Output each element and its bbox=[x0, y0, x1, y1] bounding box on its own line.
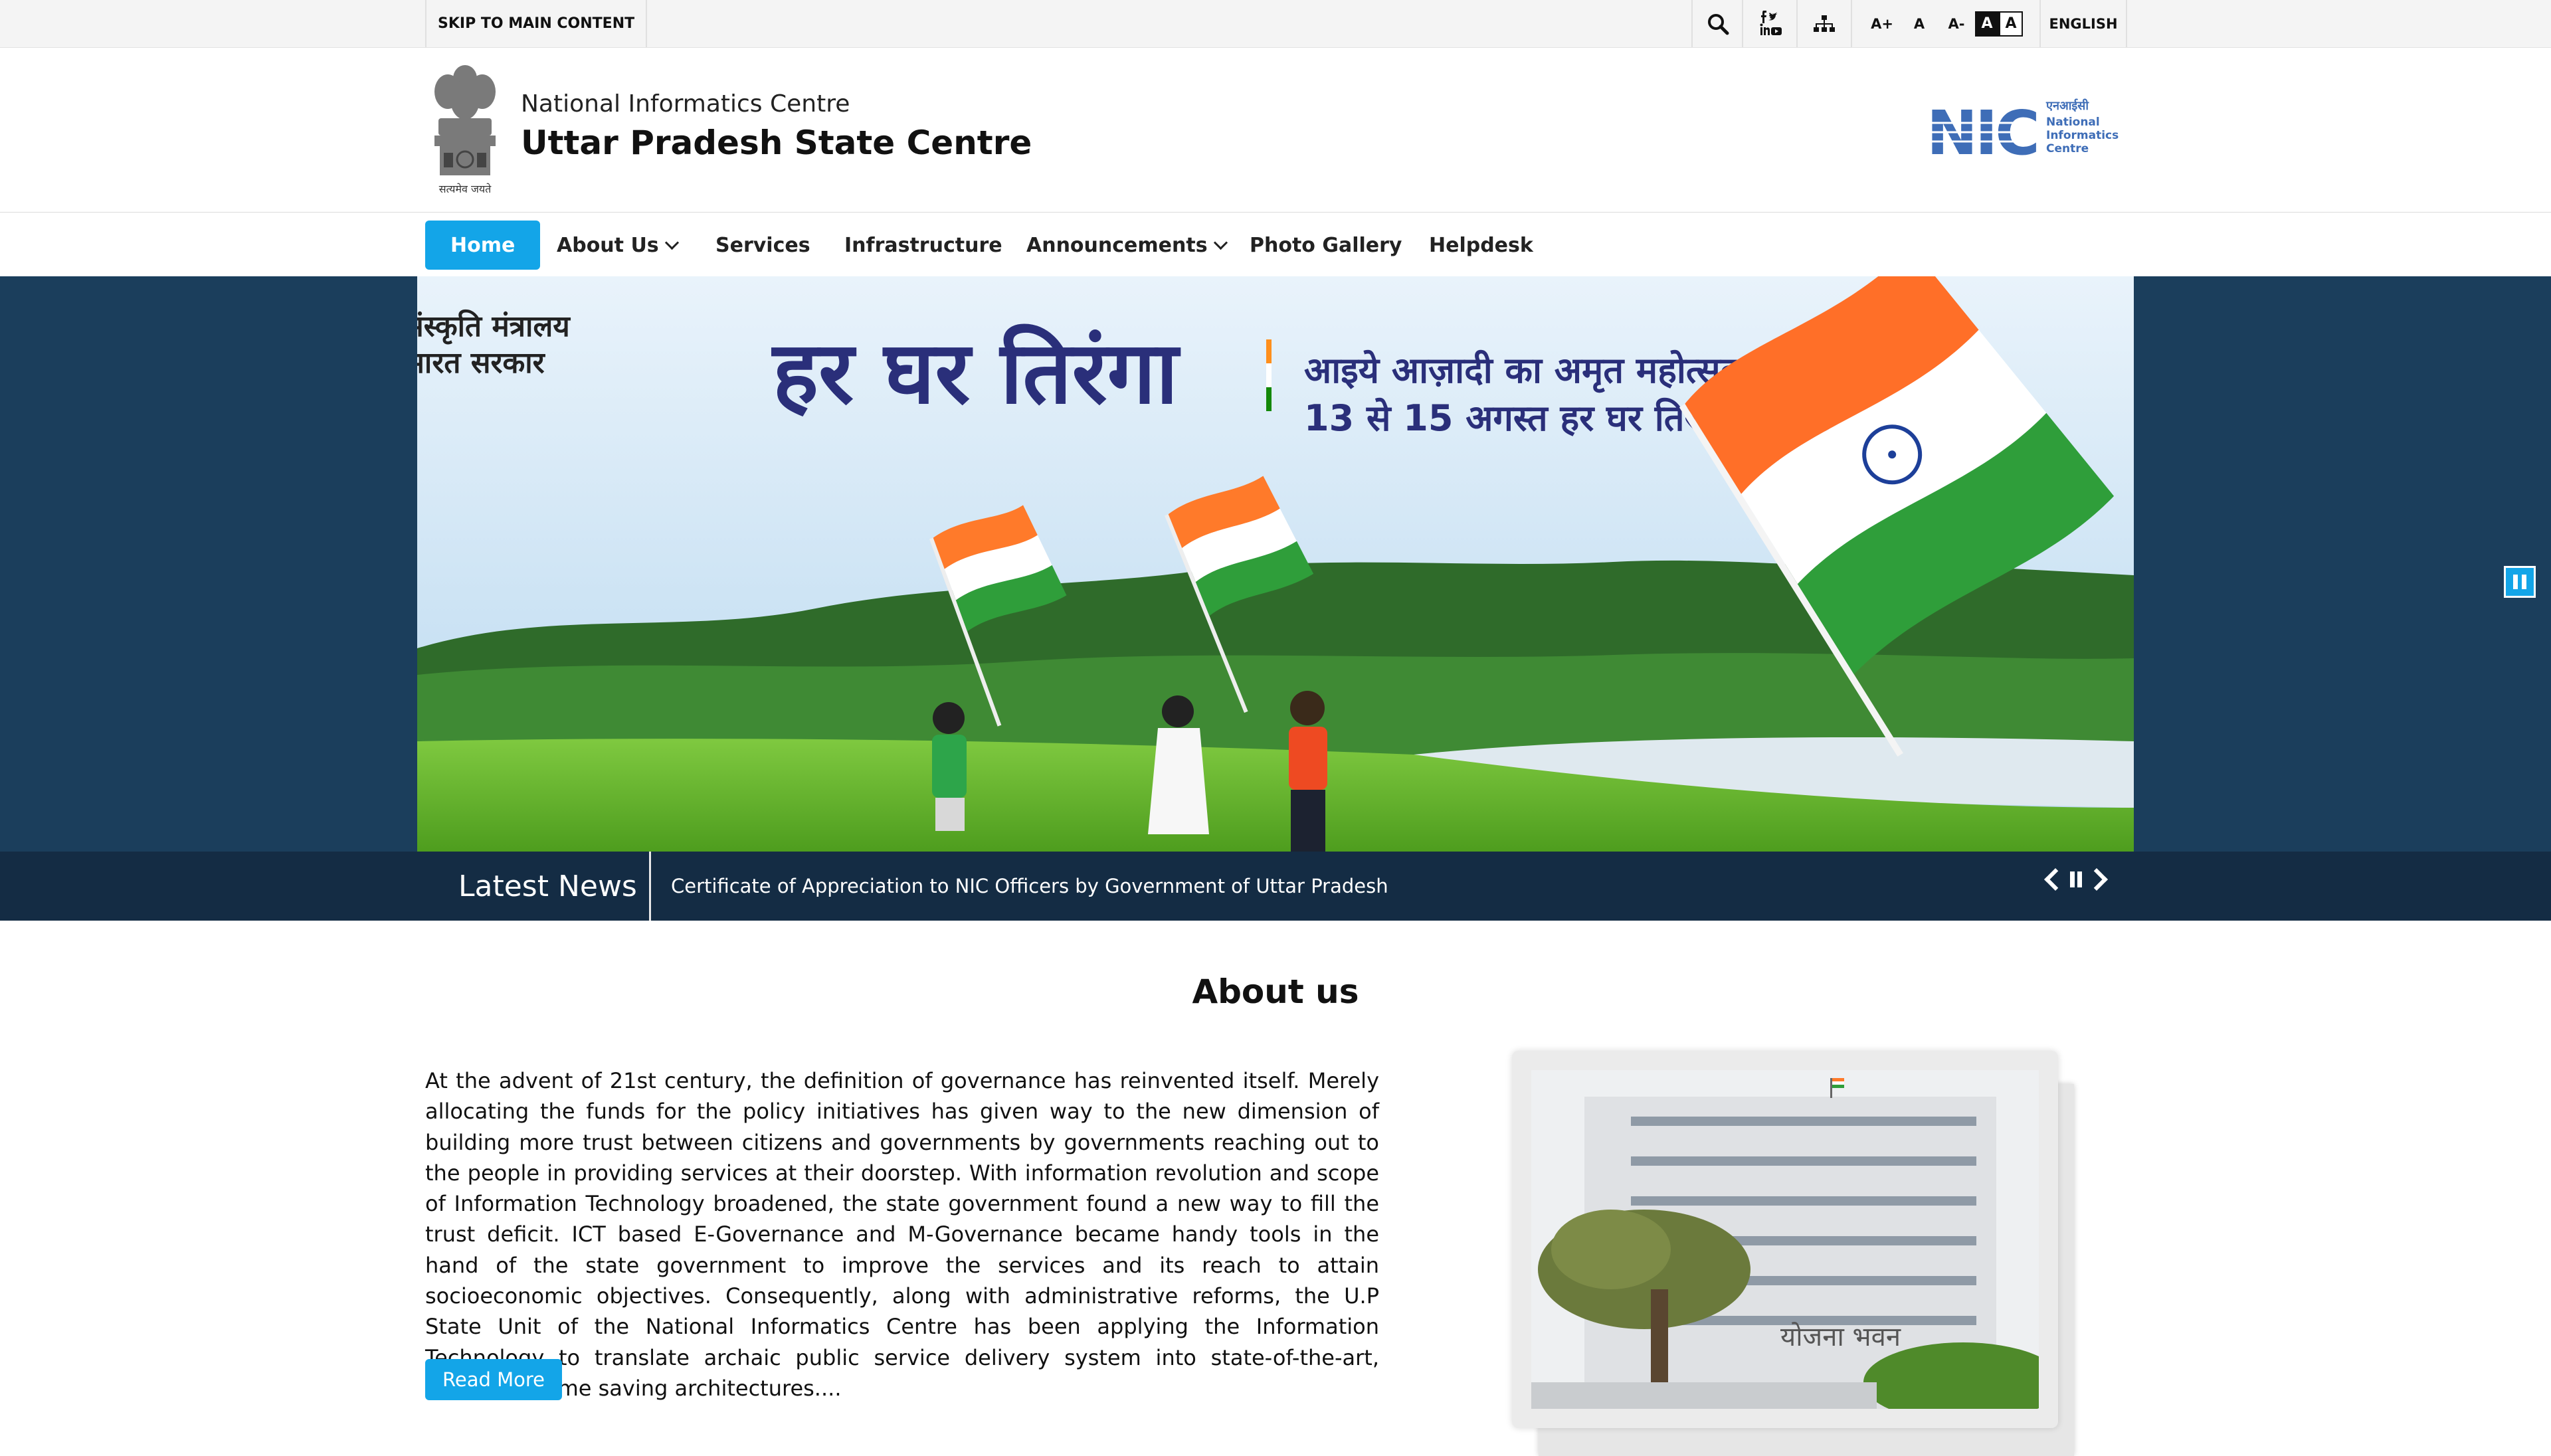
nav-services-label: Services bbox=[715, 233, 810, 257]
news-controls bbox=[2044, 868, 2108, 891]
font-size-controls: A+ A A- A A bbox=[1858, 0, 2039, 47]
svg-text:भारत सरकार: भारत सरकार bbox=[417, 346, 546, 380]
youtube-icon[interactable] bbox=[1771, 27, 1782, 35]
font-increase-button[interactable]: A+ bbox=[1866, 16, 1898, 32]
nav-about-us[interactable]: About Us bbox=[557, 221, 679, 270]
language-selector[interactable]: ENGLISH bbox=[2039, 0, 2127, 47]
chevron-down-icon bbox=[1213, 235, 1228, 250]
social-links bbox=[1742, 0, 1798, 47]
sitemap-button[interactable] bbox=[1796, 0, 1852, 47]
svg-text:सत्यमेव जयते: सत्यमेव जयते bbox=[439, 183, 492, 195]
svg-text:Informatics: Informatics bbox=[2046, 129, 2119, 142]
nav-photo-gallery[interactable]: Photo Gallery bbox=[1250, 221, 1402, 270]
svg-text:हर घर तिरंगा: हर घर तिरंगा bbox=[771, 322, 1181, 423]
banner-carousel: हर घर तिरंगा आइये आज़ादी का अमृत महोत्सव… bbox=[0, 276, 2551, 852]
font-decrease-button[interactable]: A- bbox=[1940, 16, 1972, 32]
font-normal-button[interactable]: A bbox=[1903, 16, 1935, 32]
svg-text:National: National bbox=[2046, 116, 2100, 129]
latest-news-ticker: Latest News Certificate of Appreciation … bbox=[0, 852, 2551, 921]
nav-about-us-label: About Us bbox=[557, 233, 659, 257]
facebook-icon[interactable] bbox=[1761, 10, 1766, 23]
nav-photo-gallery-label: Photo Gallery bbox=[1250, 233, 1402, 257]
nav-home[interactable]: Home bbox=[425, 221, 541, 270]
latest-news-title: Latest News bbox=[458, 869, 637, 903]
nav-announcements-label: Announcements bbox=[1026, 233, 1208, 257]
utility-bar: SKIP TO MAIN CONTENT A+ A A- A A ENGLISH bbox=[0, 0, 2551, 48]
linkedin-icon[interactable] bbox=[1760, 23, 1770, 35]
site-title[interactable]: Uttar Pradesh State Centre bbox=[521, 124, 1032, 162]
chevron-right-icon[interactable] bbox=[2085, 868, 2108, 891]
nav-announcements[interactable]: Announcements bbox=[1026, 221, 1228, 270]
skip-to-main-content-link[interactable]: SKIP TO MAIN CONTENT bbox=[425, 0, 648, 47]
carousel-pause-button[interactable] bbox=[2504, 566, 2536, 598]
about-heading: About us bbox=[1192, 972, 1359, 1011]
pause-icon[interactable] bbox=[2070, 871, 2082, 887]
national-emblem-icon[interactable]: सत्यमेव जयते bbox=[425, 60, 505, 196]
svg-text:एनआईसी: एनआईसी bbox=[2045, 98, 2089, 113]
high-contrast-button[interactable]: A bbox=[1975, 11, 1999, 37]
pause-icon bbox=[2513, 575, 2518, 589]
twitter-icon[interactable] bbox=[1768, 11, 1778, 21]
nic-logo[interactable]: NIC एनआईसी National Informatics Centre bbox=[1927, 98, 2126, 164]
search-icon bbox=[1708, 13, 1729, 35]
chevron-left-icon[interactable] bbox=[2044, 868, 2067, 891]
nav-home-label: Home bbox=[450, 233, 516, 257]
nav-infrastructure[interactable]: Infrastructure bbox=[844, 221, 1002, 270]
sitemap-icon bbox=[1814, 15, 1835, 32]
site-header: सत्यमेव जयते National Informatics Centre… bbox=[0, 48, 2551, 213]
divider bbox=[649, 852, 651, 921]
yojana-bhawan-photo: योजना भवन bbox=[1531, 1070, 2039, 1409]
read-more-button[interactable]: Read More bbox=[425, 1359, 562, 1400]
svg-text:संस्कृति मंत्रालय: संस्कृति मंत्रालय bbox=[417, 309, 571, 345]
normal-contrast-button[interactable]: A bbox=[1999, 11, 2023, 37]
svg-text:NIC: NIC bbox=[1927, 98, 2037, 164]
svg-text:योजना भवन: योजना भवन bbox=[1780, 1322, 1901, 1352]
nav-infrastructure-label: Infrastructure bbox=[844, 233, 1002, 257]
nav-services[interactable]: Services bbox=[715, 221, 810, 270]
nav-helpdesk[interactable]: Helpdesk bbox=[1429, 221, 1533, 270]
chevron-down-icon bbox=[664, 235, 679, 250]
main-navigation: Home About Us Services Infrastructure An… bbox=[0, 213, 2551, 276]
news-item-link[interactable]: Certificate of Appreciation to NIC Offic… bbox=[671, 852, 1388, 921]
nav-helpdesk-label: Helpdesk bbox=[1429, 233, 1533, 257]
search-button[interactable] bbox=[1691, 0, 1743, 47]
svg-text:Centre: Centre bbox=[2046, 142, 2089, 155]
banner-slide-image[interactable]: हर घर तिरंगा आइये आज़ादी का अमृत महोत्सव… bbox=[417, 276, 2134, 852]
about-body-text: At the advent of 21st century, the defin… bbox=[425, 1068, 1379, 1401]
organization-name: National Informatics Centre bbox=[521, 90, 850, 118]
